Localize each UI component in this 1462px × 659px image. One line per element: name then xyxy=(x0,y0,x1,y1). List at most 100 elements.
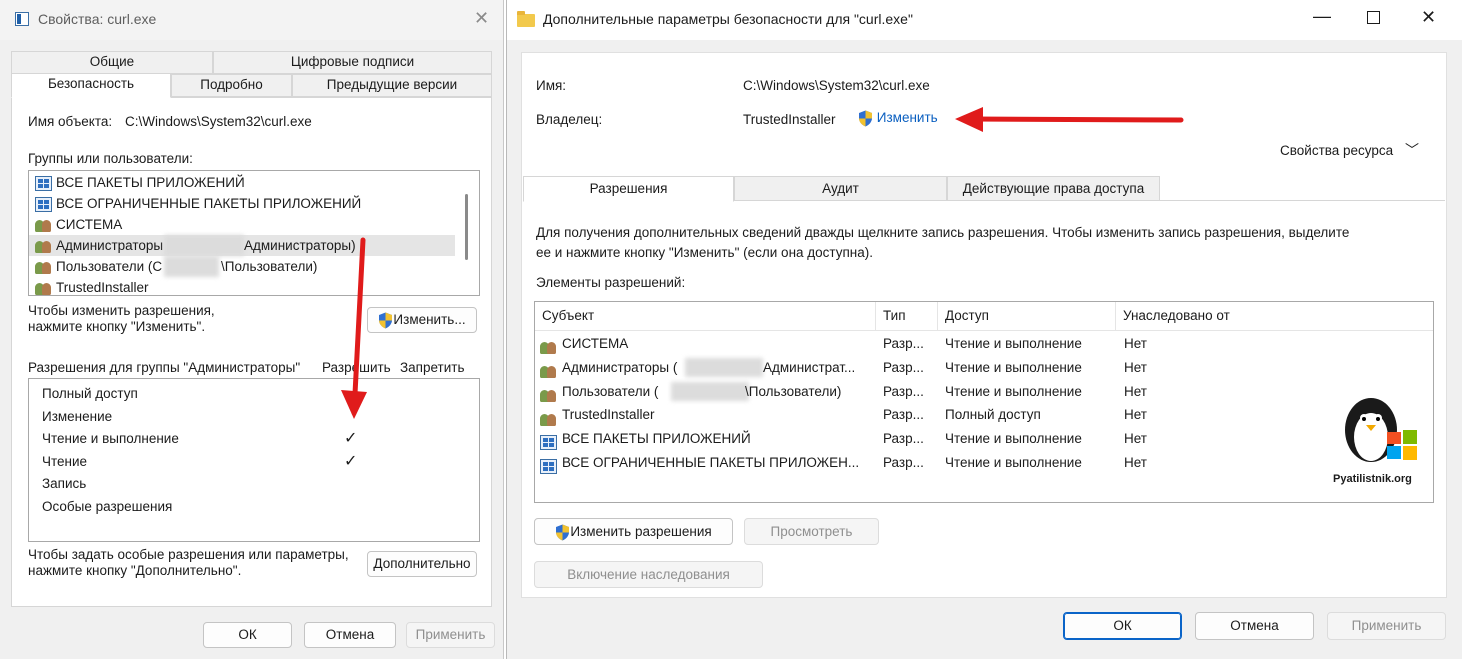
tab-permissions[interactable]: Разрешения xyxy=(523,176,734,202)
view-button[interactable]: Просмотреть xyxy=(744,518,879,545)
permission-name: Полный доступ xyxy=(42,386,138,401)
close-icon[interactable]: ✕ xyxy=(474,8,489,29)
table-row[interactable]: Пользователи (\Пользователи) Разр... Чтени… xyxy=(535,380,1433,403)
owner-label: Владелец: xyxy=(536,112,603,127)
table-header: Субъект Тип Доступ Унаследовано от xyxy=(535,302,1433,331)
ok-button[interactable]: ОК xyxy=(1063,612,1182,640)
allow-check-icon[interactable]: ✓ xyxy=(344,428,357,449)
package-icon xyxy=(540,458,557,474)
cell-access: Чтение и выполнение xyxy=(945,336,1082,351)
permission-row: Особые разрешения xyxy=(42,496,462,517)
chevron-down-icon: ﹀ xyxy=(1404,142,1419,158)
list-item[interactable]: ВСЕ ПАКЕТЫ ПРИЛОЖЕНИЙ xyxy=(29,172,479,193)
properties-window: Свойства: curl.exe ✕ Общие Цифровые подп… xyxy=(0,0,504,659)
column-subject[interactable]: Субъект xyxy=(535,302,876,330)
permission-name: Особые разрешения xyxy=(42,498,173,514)
cancel-button[interactable]: Отмена xyxy=(1195,612,1314,640)
permission-row: Чтение ✓ xyxy=(42,451,462,472)
list-item[interactable]: СИСТЕМА xyxy=(29,214,479,235)
cell-subject: Администраторы ( xyxy=(562,359,678,375)
tab-general[interactable]: Общие xyxy=(11,51,213,74)
apply-button[interactable]: Применить xyxy=(1327,612,1446,640)
cell-inherited: Нет xyxy=(1124,336,1147,351)
tab-digital-signatures[interactable]: Цифровые подписи xyxy=(213,51,492,74)
redacted-area xyxy=(164,256,219,277)
cell-inherited: Нет xyxy=(1124,407,1147,423)
redacted-area xyxy=(685,357,763,377)
table-row[interactable]: СИСТЕМА Разр... Чтение и выполнение Нет xyxy=(535,332,1433,355)
ok-button[interactable]: ОК xyxy=(203,622,292,648)
annotation-arrow-down xyxy=(341,237,367,419)
table-row[interactable]: Администраторы (Администрат... Разр... Чте… xyxy=(535,356,1433,379)
change-button[interactable]: Изменить... xyxy=(367,307,477,333)
close-icon[interactable]: ✕ xyxy=(1421,7,1436,28)
cell-subject-tail: \Пользователи) xyxy=(745,383,842,399)
advanced-button[interactable]: Дополнительно xyxy=(367,551,477,577)
tab-audit[interactable]: Аудит xyxy=(734,176,947,201)
redacted-area xyxy=(164,235,244,256)
column-type[interactable]: Тип xyxy=(876,302,938,330)
scrollbar-thumb[interactable] xyxy=(465,194,468,260)
tab-details[interactable]: Подробно xyxy=(171,74,292,97)
info-text: Для получения дополнительных сведений дв… xyxy=(536,225,1350,260)
name-value: C:\Windows\System32\curl.exe xyxy=(743,78,930,93)
cell-inherited: Нет xyxy=(1124,359,1147,375)
change-permissions-button[interactable]: Изменить разрешения xyxy=(534,518,733,545)
permission-name: Изменение xyxy=(42,408,113,424)
enable-inheritance-button[interactable]: Включение наследования xyxy=(534,561,763,588)
column-inherited[interactable]: Унаследовано от xyxy=(1116,302,1433,330)
allow-check-icon[interactable]: ✓ xyxy=(344,451,357,472)
tab-effective-access[interactable]: Действующие права доступа xyxy=(947,176,1160,201)
cell-access: Чтение и выполнение xyxy=(945,383,1082,399)
cell-subject: ВСЕ ОГРАНИЧЕННЫЕ ПАКЕТЫ ПРИЛОЖЕН... xyxy=(562,455,860,470)
object-name-value: C:\Windows\System32\curl.exe xyxy=(125,114,312,129)
apply-button[interactable]: Применить xyxy=(406,622,495,648)
folder-icon xyxy=(517,11,535,27)
cell-inherited: Нет xyxy=(1124,431,1147,447)
title-bar: Дополнительные параметры безопасности дл… xyxy=(507,0,1462,40)
resource-properties-toggle[interactable]: Свойства ресурса ﹀ xyxy=(1280,140,1419,160)
permission-entries-table[interactable]: Субъект Тип Доступ Унаследовано от СИСТЕ… xyxy=(534,301,1434,503)
name-label: Имя: xyxy=(536,78,567,93)
users-icon xyxy=(35,259,53,275)
cell-inherited: Нет xyxy=(1124,383,1147,399)
cell-type: Разр... xyxy=(883,336,924,351)
cell-type: Разр... xyxy=(883,359,924,375)
permission-name: Чтение и выполнение xyxy=(42,431,179,446)
groups-list[interactable]: ВСЕ ПАКЕТЫ ПРИЛОЖЕНИЙ ВСЕ ОГРАНИЧЕННЫЕ П… xyxy=(28,170,480,296)
table-row[interactable]: ВСЕ ПАКЕТЫ ПРИЛОЖЕНИЙ Разр... Чтение и вып… xyxy=(535,427,1433,451)
cell-type: Разр... xyxy=(883,455,924,470)
tab-previous-versions[interactable]: Предыдущие версии xyxy=(292,74,492,97)
window-title: Дополнительные параметры безопасности дл… xyxy=(543,11,913,27)
watermark-logo: Pyatilistnik.org xyxy=(1333,392,1433,492)
users-icon xyxy=(540,363,558,379)
permissions-list: Полный доступ Изменение Чтение и выполнени… xyxy=(28,378,480,542)
list-item[interactable]: Пользователи (С \Пользователи) xyxy=(29,256,479,277)
tab-security[interactable]: Безопасность xyxy=(11,73,171,98)
table-row[interactable]: ВСЕ ОГРАНИЧЕННЫЕ ПАКЕТЫ ПРИЛОЖЕН... Разр.… xyxy=(535,451,1433,474)
permission-row: Запись xyxy=(42,473,462,494)
uac-shield-icon xyxy=(858,110,873,127)
list-item[interactable]: TrustedInstaller xyxy=(29,277,479,295)
list-item-selected[interactable]: Администраторы Администраторы) xyxy=(29,235,455,256)
maximize-icon[interactable] xyxy=(1367,11,1380,24)
owner-value: TrustedInstaller xyxy=(743,112,836,127)
list-item[interactable]: ВСЕ ОГРАНИЧЕННЫЕ ПАКЕТЫ ПРИЛОЖЕНИЙ xyxy=(29,193,479,214)
users-icon xyxy=(35,280,53,295)
deny-column-header: Запретить xyxy=(400,360,465,375)
minimize-icon[interactable]: — xyxy=(1313,6,1331,27)
cell-access: Чтение и выполнение xyxy=(945,455,1082,470)
table-row[interactable]: TrustedInstaller Разр... Полный доступ Нет xyxy=(535,403,1433,426)
cell-type: Разр... xyxy=(883,431,924,447)
uac-shield-icon xyxy=(378,312,393,329)
window-title: Свойства: curl.exe xyxy=(38,11,157,27)
cell-subject: Пользователи ( xyxy=(562,383,659,399)
cell-inherited: Нет xyxy=(1124,455,1147,470)
owner-change-link[interactable]: Изменить xyxy=(858,110,938,127)
permission-row: Полный доступ xyxy=(42,383,462,404)
cancel-button[interactable]: Отмена xyxy=(304,622,396,648)
cell-access: Чтение и выполнение xyxy=(945,359,1082,375)
cell-subject: ВСЕ ПАКЕТЫ ПРИЛОЖЕНИЙ xyxy=(562,431,751,447)
column-access[interactable]: Доступ xyxy=(938,302,1116,330)
permissions-header: Разрешения для группы "Администраторы" xyxy=(28,360,301,375)
